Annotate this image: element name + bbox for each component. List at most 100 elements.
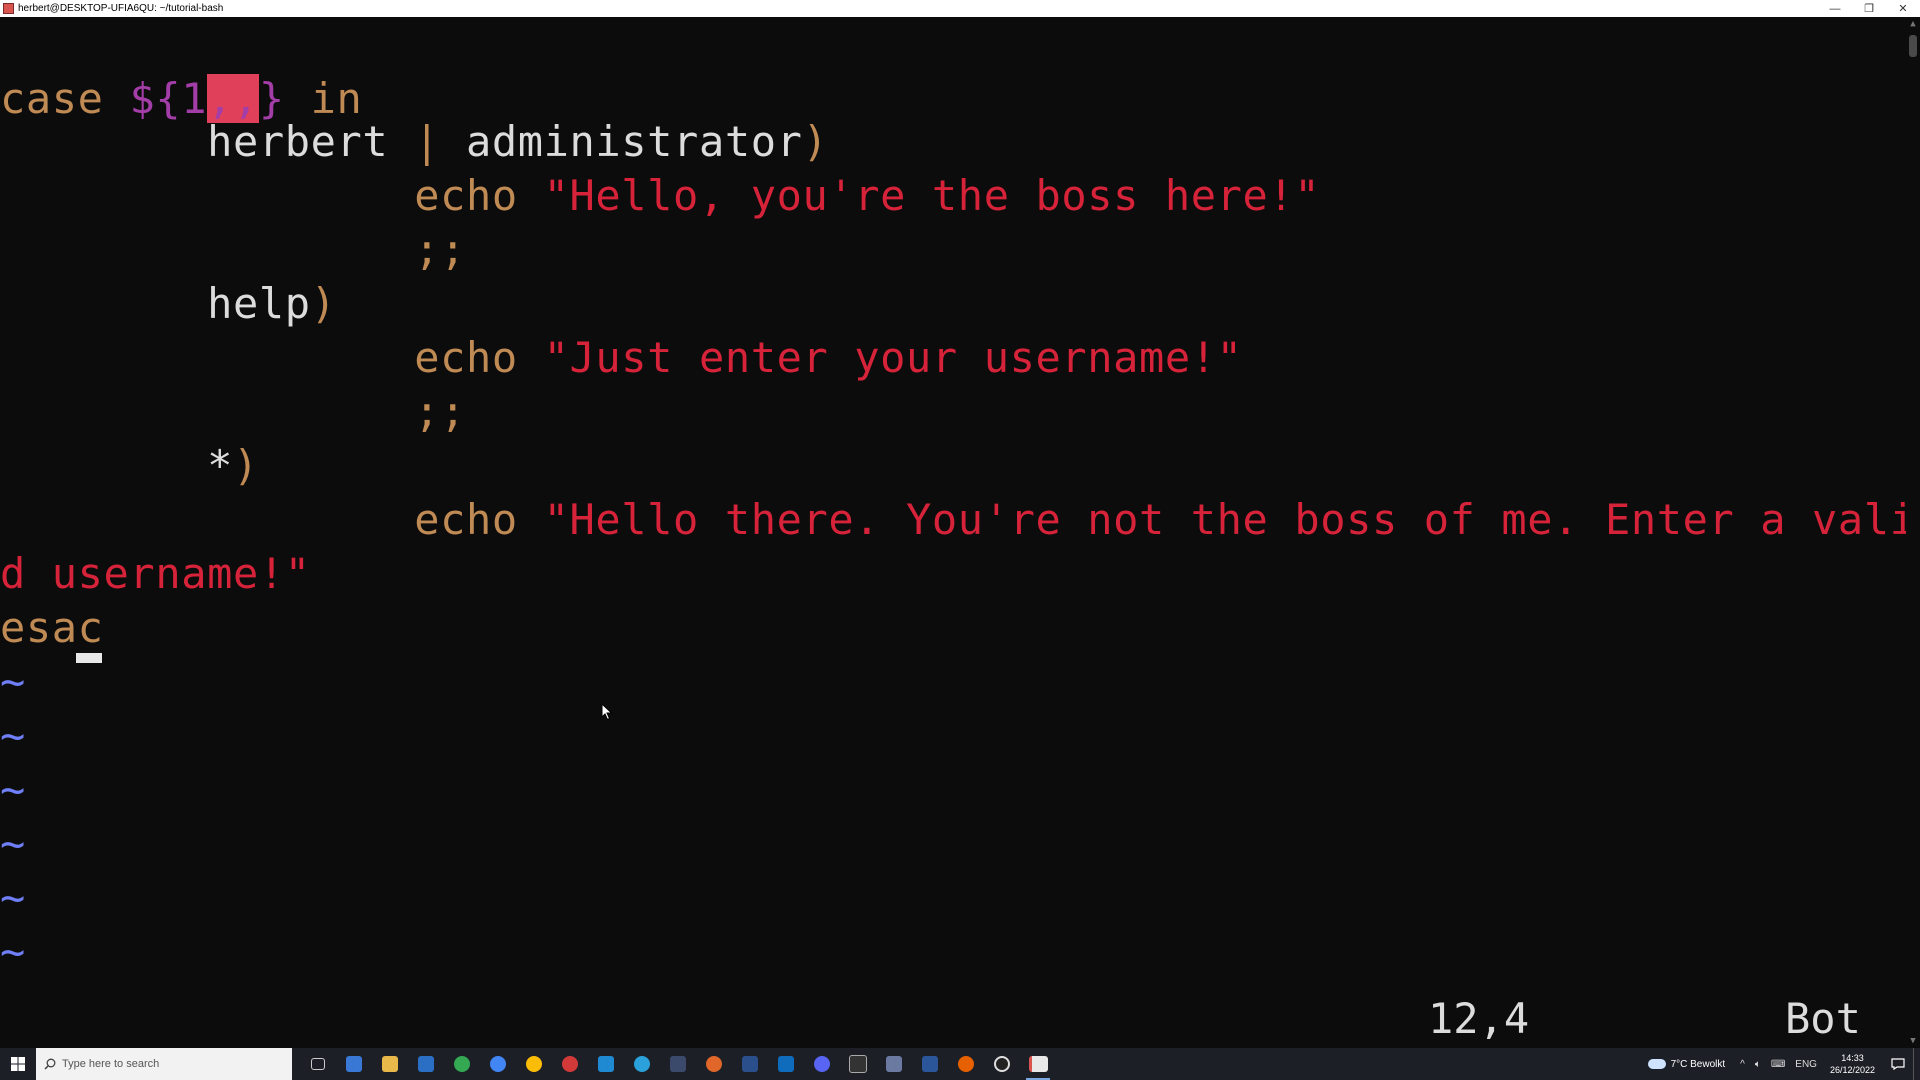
terminal-editor[interactable]: case ${1,,} in herbert | administrator) … [0, 17, 1906, 1048]
taskbar-app-orange[interactable] [696, 1048, 732, 1080]
pattern-paren: ) [802, 117, 829, 166]
string-literal: "Hello, you're the boss here!" [543, 171, 1321, 220]
notification-icon [1891, 1058, 1905, 1070]
chrome-icon [490, 1056, 506, 1072]
search-placeholder: Type here to search [62, 1058, 160, 1070]
search-icon [44, 1058, 56, 1070]
taskbar-outlook[interactable] [768, 1048, 804, 1080]
windows-logo-icon [11, 1057, 25, 1071]
taskbar-powershell[interactable] [732, 1048, 768, 1080]
start-button[interactable] [0, 1048, 36, 1080]
keyword-esac: esac [0, 603, 104, 652]
pinned-apps [300, 1048, 1056, 1080]
taskbar-mail[interactable] [408, 1048, 444, 1080]
app-icon [562, 1056, 578, 1072]
taskbar-discord[interactable] [804, 1048, 840, 1080]
powershell-icon [742, 1056, 758, 1072]
scroll-up-icon[interactable]: ▲ [1906, 17, 1920, 31]
echo-command: echo [414, 495, 518, 544]
taskbar-chrome-1[interactable] [444, 1048, 480, 1080]
echo-command: echo [414, 333, 518, 382]
restore-button[interactable]: ❐ [1852, 0, 1886, 17]
code-line-6: echo "Just enter your username!" [0, 331, 1243, 385]
echo-command: echo [414, 171, 518, 220]
code-line-9: echo "Hello there. You're not the boss o… [0, 493, 1906, 547]
taskbar-explorer[interactable] [372, 1048, 408, 1080]
telegram-icon [634, 1056, 650, 1072]
mail-icon [418, 1056, 434, 1072]
case-terminator: ;; [414, 225, 466, 274]
pattern-paren: ) [310, 279, 337, 328]
clock-time: 14:33 [1841, 1053, 1864, 1063]
taskbar-app-tool[interactable] [660, 1048, 696, 1080]
taskbar-store[interactable] [336, 1048, 372, 1080]
taskbar-obs[interactable] [984, 1048, 1020, 1080]
code-line-5: help) [0, 277, 337, 331]
taskbar-terminal[interactable] [840, 1048, 876, 1080]
code-line-4: ;; [0, 223, 466, 277]
taskbar-app-pen[interactable] [876, 1048, 912, 1080]
taskbar-app-red[interactable] [552, 1048, 588, 1080]
windows-taskbar: Type here to search 7°C Bewolkt ^ 🔈︎ ⌨ E… [0, 1048, 1920, 1080]
pattern-pipe: | [388, 117, 466, 166]
keyboard-icon[interactable]: ⌨ [1771, 1059, 1785, 1070]
notification-button[interactable] [1883, 1058, 1913, 1070]
speaker-icon[interactable]: 🔈︎ [1755, 1059, 1761, 1070]
weather-widget[interactable]: 7°C Bewolkt [1647, 1059, 1725, 1070]
code-line-3: echo "Hello, you're the boss here!" [0, 169, 1320, 223]
show-desktop-button[interactable] [1913, 1048, 1920, 1080]
taskbar-clock[interactable]: 14:33 26/12/2022 [1830, 1052, 1875, 1076]
store-icon [346, 1056, 362, 1072]
firefox-icon [958, 1056, 974, 1072]
scrollbar-thumb[interactable] [1909, 35, 1917, 57]
taskbar-search[interactable]: Type here to search [36, 1048, 292, 1080]
code-line-2: herbert | administrator) [0, 115, 828, 169]
language-indicator[interactable]: ENG [1795, 1059, 1817, 1070]
folder-icon [382, 1056, 398, 1072]
taskbar-word[interactable] [912, 1048, 948, 1080]
code-line-7: ;; [0, 385, 466, 439]
text-cursor [76, 653, 102, 663]
record-icon [994, 1056, 1010, 1072]
code-line-8: *) [0, 439, 259, 493]
cloud-icon [1647, 1059, 1666, 1069]
case-pattern: herbert [207, 117, 389, 166]
taskbar-ubuntu-terminal[interactable] [1020, 1048, 1056, 1080]
empty-line-tilde: ~ [0, 819, 26, 868]
word-icon [922, 1056, 938, 1072]
taskbar-telegram[interactable] [624, 1048, 660, 1080]
scroll-down-icon[interactable]: ▼ [1906, 1034, 1920, 1048]
taskbar-firefox[interactable] [948, 1048, 984, 1080]
window-title: herbert@DESKTOP-UFIA6QU: ~/tutorial-bash [18, 3, 224, 14]
task-view-button[interactable] [300, 1048, 336, 1080]
empty-line-tilde: ~ [0, 657, 26, 706]
case-terminator: ;; [414, 387, 466, 436]
pattern-paren: ) [232, 441, 259, 490]
taskbar-chrome-3[interactable] [516, 1048, 552, 1080]
string-literal-wrap: d username!" [0, 549, 311, 598]
terminal-scrollbar[interactable]: ▲ ▼ [1906, 17, 1920, 1048]
taskbar-vscode[interactable] [588, 1048, 624, 1080]
chevron-up-icon[interactable]: ^ [1740, 1059, 1745, 1070]
app-icon [706, 1056, 722, 1072]
scroll-indicator: Bot [1785, 994, 1861, 1043]
clock-date: 26/12/2022 [1829, 1065, 1875, 1075]
minimize-button[interactable]: — [1818, 0, 1852, 17]
mouse-pointer-icon [601, 703, 613, 721]
cursor-position: 12,4 [1428, 994, 1530, 1043]
system-tray: 7°C Bewolkt ^ 🔈︎ ⌨ ENG 14:33 26/12/2022 [1647, 1048, 1920, 1080]
chrome-icon [526, 1056, 542, 1072]
code-line-9-wrap: d username!" [0, 547, 311, 601]
taskbar-chrome-2[interactable] [480, 1048, 516, 1080]
code-line-10: esac [0, 601, 104, 655]
case-pattern-alt: administrator [465, 117, 803, 166]
case-pattern: help [207, 279, 311, 328]
close-button[interactable]: ✕ [1886, 0, 1920, 17]
